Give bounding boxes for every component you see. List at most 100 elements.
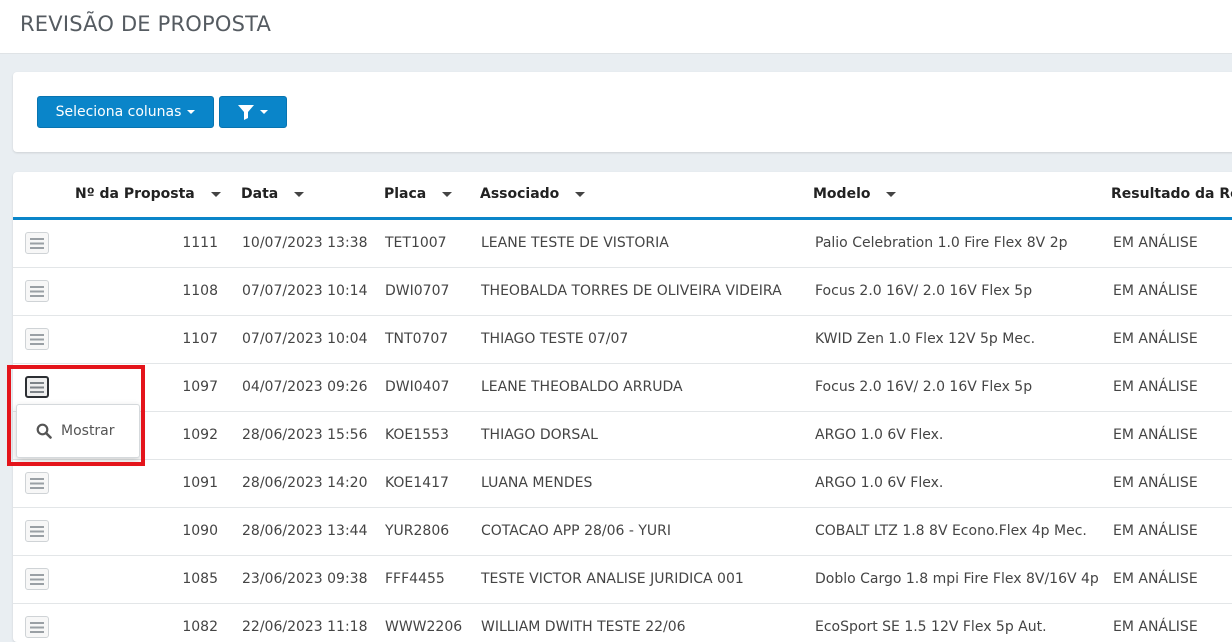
table-row: 1090 28/06/2023 13:44 YUR2806 COTACAO AP… bbox=[13, 508, 1232, 556]
select-columns-label: Seleciona colunas bbox=[55, 104, 182, 120]
cell-date: 28/06/2023 13:44 bbox=[242, 523, 368, 539]
cell-model: COBALT LTZ 1.8 8V Econo.Flex 4p Mec. bbox=[815, 523, 1087, 539]
column-header-label: Data bbox=[241, 186, 279, 202]
table-row: 1085 23/06/2023 09:38 FFF4455 TESTE VICT… bbox=[13, 556, 1232, 604]
cell-plate: YUR2806 bbox=[385, 523, 450, 539]
toolbar-panel: Seleciona colunas bbox=[13, 72, 1232, 152]
cell-plate: FFF4455 bbox=[385, 571, 445, 587]
table-header: Nº da Proposta Data Placa Associado Mode… bbox=[13, 172, 1232, 220]
cell-proposal-number: 1097 bbox=[182, 379, 218, 395]
cell-proposal-number: 1111 bbox=[182, 235, 218, 251]
hamburger-icon bbox=[30, 237, 44, 249]
row-menu-button[interactable] bbox=[25, 376, 49, 398]
cell-proposal-number: 1092 bbox=[182, 427, 218, 443]
column-header-plate[interactable]: Placa bbox=[384, 186, 453, 202]
row-action-dropdown: Mostrar bbox=[16, 404, 140, 458]
cell-model: ARGO 1.0 6V Flex. bbox=[815, 475, 944, 491]
chevron-down-icon bbox=[187, 110, 196, 114]
row-menu-button[interactable] bbox=[25, 328, 49, 350]
cell-date: 07/07/2023 10:04 bbox=[242, 331, 368, 347]
cell-proposal-number: 1085 bbox=[182, 571, 218, 587]
row-menu-button[interactable] bbox=[25, 232, 49, 254]
page-header: REVISÃO DE PROPOSTA bbox=[0, 0, 1232, 54]
cell-result: EM ANÁLISE bbox=[1113, 379, 1198, 395]
cell-proposal-number: 1090 bbox=[182, 523, 218, 539]
proposals-table: Nº da Proposta Data Placa Associado Mode… bbox=[13, 172, 1232, 642]
table-body: 1111 10/07/2023 13:38 TET1007 LEANE TEST… bbox=[13, 220, 1232, 642]
cell-associate: LUANA MENDES bbox=[481, 475, 593, 491]
page-title: REVISÃO DE PROPOSTA bbox=[20, 12, 272, 36]
cell-proposal-number: 1082 bbox=[182, 619, 218, 635]
cell-proposal-number: 1108 bbox=[182, 283, 218, 299]
cell-model: ARGO 1.0 6V Flex. bbox=[815, 427, 944, 443]
column-header-result[interactable]: Resultado da Revisão bbox=[1111, 186, 1232, 202]
cell-plate: DWI0707 bbox=[385, 283, 450, 299]
select-columns-button[interactable]: Seleciona colunas bbox=[37, 96, 214, 128]
cell-result: EM ANÁLISE bbox=[1113, 475, 1198, 491]
hamburger-icon bbox=[30, 381, 44, 393]
column-header-label: Modelo bbox=[813, 186, 871, 202]
cell-result: EM ANÁLISE bbox=[1113, 283, 1198, 299]
sort-caret-icon bbox=[442, 191, 453, 197]
search-icon bbox=[36, 423, 52, 439]
cell-associate: LEANE TESTE DE VISTORIA bbox=[481, 235, 669, 251]
table-row: 1097 04/07/2023 09:26 DWI0407 LEANE THEO… bbox=[13, 364, 1232, 412]
column-header-proposal-number[interactable]: Nº da Proposta bbox=[75, 186, 221, 202]
cell-result: EM ANÁLISE bbox=[1113, 523, 1198, 539]
cell-associate: LEANE THEOBALDO ARRUDA bbox=[481, 379, 683, 395]
cell-model: Palio Celebration 1.0 Fire Flex 8V 2p bbox=[815, 235, 1068, 251]
cell-model: EcoSport SE 1.5 12V Flex 5p Aut. bbox=[815, 619, 1047, 635]
sort-caret-icon bbox=[886, 191, 897, 197]
column-header-date[interactable]: Data bbox=[241, 186, 305, 202]
row-menu-button[interactable] bbox=[25, 472, 49, 494]
cell-date: 23/06/2023 09:38 bbox=[242, 571, 368, 587]
cell-plate: WWW2206 bbox=[385, 619, 463, 635]
cell-proposal-number: 1091 bbox=[182, 475, 218, 491]
sort-caret-icon bbox=[294, 191, 305, 197]
cell-associate: THEOBALDA TORRES DE OLIVEIRA VIDEIRA bbox=[481, 283, 782, 299]
cell-associate: COTACAO APP 28/06 - YURI bbox=[481, 523, 672, 539]
chevron-down-icon bbox=[260, 110, 268, 114]
cell-result: EM ANÁLISE bbox=[1113, 331, 1198, 347]
filter-icon bbox=[238, 104, 254, 120]
cell-result: EM ANÁLISE bbox=[1113, 571, 1198, 587]
cell-result: EM ANÁLISE bbox=[1113, 427, 1198, 443]
table-row: 1107 07/07/2023 10:04 TNT0707 THIAGO TES… bbox=[13, 316, 1232, 364]
cell-associate: THIAGO DORSAL bbox=[481, 427, 598, 443]
filter-button[interactable] bbox=[219, 96, 287, 128]
cell-result: EM ANÁLISE bbox=[1113, 235, 1198, 251]
hamburger-icon bbox=[30, 333, 44, 345]
column-header-label: Nº da Proposta bbox=[75, 186, 195, 202]
row-menu-button[interactable] bbox=[25, 568, 49, 590]
cell-date: 10/07/2023 13:38 bbox=[242, 235, 368, 251]
cell-result: EM ANÁLISE bbox=[1113, 619, 1198, 635]
table-row: 1092 28/06/2023 15:56 KOE1553 THIAGO DOR… bbox=[13, 412, 1232, 460]
column-header-label: Associado bbox=[480, 186, 560, 202]
column-header-label: Placa bbox=[384, 186, 427, 202]
table-row: 1082 22/06/2023 11:18 WWW2206 WILLIAM DW… bbox=[13, 604, 1232, 642]
cell-plate: KOE1553 bbox=[385, 427, 449, 443]
column-header-model[interactable]: Modelo bbox=[813, 186, 897, 202]
column-header-label: Resultado da Revisão bbox=[1111, 186, 1232, 202]
cell-model: KWID Zen 1.0 Flex 12V 5p Mec. bbox=[815, 331, 1036, 347]
column-header-associate[interactable]: Associado bbox=[480, 186, 586, 202]
cell-model: Focus 2.0 16V/ 2.0 16V Flex 5p bbox=[815, 283, 1033, 299]
row-menu-button[interactable] bbox=[25, 520, 49, 542]
cell-proposal-number: 1107 bbox=[182, 331, 218, 347]
cell-date: 28/06/2023 14:20 bbox=[242, 475, 368, 491]
cell-plate: KOE1417 bbox=[385, 475, 449, 491]
hamburger-icon bbox=[30, 477, 44, 489]
cell-associate: WILLIAM DWITH TESTE 22/06 bbox=[481, 619, 686, 635]
cell-plate: DWI0407 bbox=[385, 379, 450, 395]
cell-date: 28/06/2023 15:56 bbox=[242, 427, 368, 443]
row-menu-button[interactable] bbox=[25, 280, 49, 302]
row-menu-button[interactable] bbox=[25, 616, 49, 638]
cell-plate: TET1007 bbox=[385, 235, 447, 251]
cell-date: 07/07/2023 10:14 bbox=[242, 283, 368, 299]
show-menu-label: Mostrar bbox=[61, 423, 115, 439]
table-row: 1091 28/06/2023 14:20 KOE1417 LUANA MEND… bbox=[13, 460, 1232, 508]
show-menu-item[interactable]: Mostrar bbox=[36, 423, 115, 439]
sort-caret-icon bbox=[575, 191, 586, 197]
cell-associate: TESTE VICTOR ANALISE JURIDICA 001 bbox=[481, 571, 744, 587]
table-row: 1111 10/07/2023 13:38 TET1007 LEANE TEST… bbox=[13, 220, 1232, 268]
